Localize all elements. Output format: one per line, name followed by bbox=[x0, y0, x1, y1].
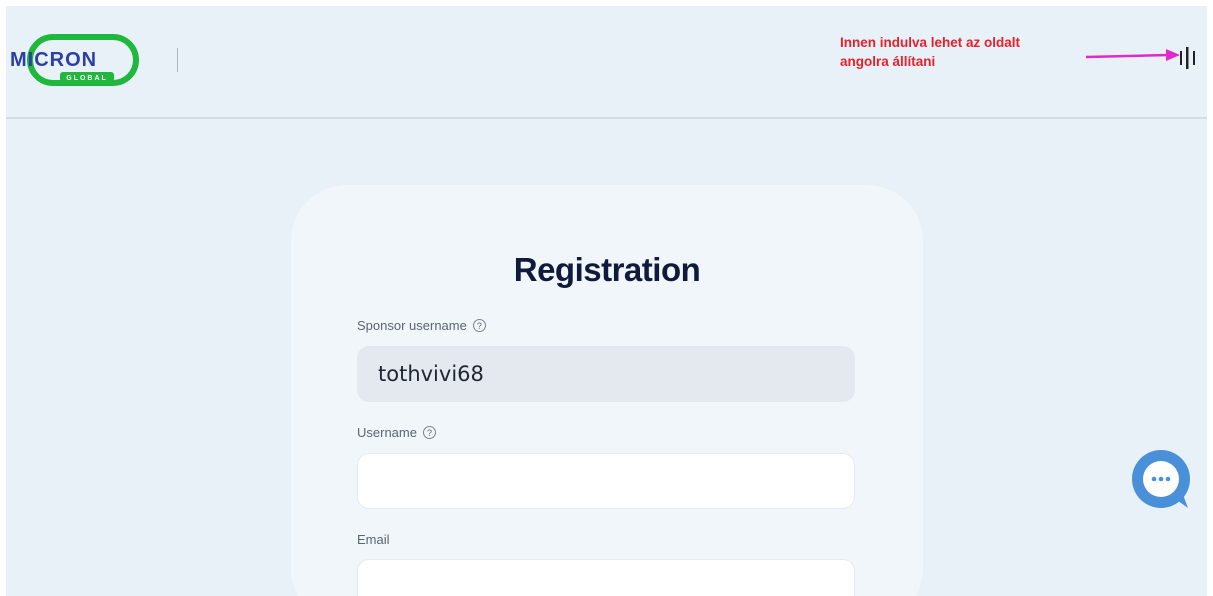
help-icon[interactable]: ? bbox=[472, 319, 486, 332]
email-label: Email bbox=[357, 532, 390, 547]
sponsor-username-label-text: Sponsor username bbox=[357, 318, 467, 333]
sponsor-username-label: Sponsor username ? bbox=[357, 318, 486, 333]
annotation-note: Innen indulva lehet az oldalt angolra ál… bbox=[840, 33, 1080, 71]
vertical-bars-menu-icon[interactable] bbox=[1174, 44, 1202, 72]
sponsor-username-input[interactable] bbox=[357, 346, 855, 402]
registration-card: Registration Sponsor username ? Username… bbox=[291, 185, 923, 596]
username-input[interactable] bbox=[357, 453, 855, 509]
chat-bubble-icon[interactable] bbox=[1130, 448, 1194, 512]
header-divider bbox=[6, 117, 1207, 119]
logo-text-micron: MICRON bbox=[10, 49, 97, 71]
help-icon[interactable]: ? bbox=[422, 426, 436, 439]
annotation-line-2: angolra állítani bbox=[840, 54, 936, 69]
page: MICRON GLOBAL Innen indulva lehet az old… bbox=[6, 6, 1207, 596]
logo-divider bbox=[177, 48, 178, 72]
email-label-text: Email bbox=[357, 532, 390, 547]
header: MICRON GLOBAL Innen indulva lehet az old… bbox=[6, 6, 1207, 119]
username-label: Username ? bbox=[357, 425, 436, 440]
email-input[interactable] bbox=[357, 559, 855, 596]
logo-text-global: GLOBAL bbox=[66, 75, 108, 82]
annotation-arrow-icon bbox=[1085, 49, 1180, 61]
annotation-line-1: Innen indulva lehet az oldalt bbox=[840, 35, 1021, 50]
micron-global-logo[interactable]: MICRON GLOBAL bbox=[8, 34, 148, 86]
form-title: Registration bbox=[513, 251, 701, 288]
username-label-text: Username bbox=[357, 425, 417, 440]
